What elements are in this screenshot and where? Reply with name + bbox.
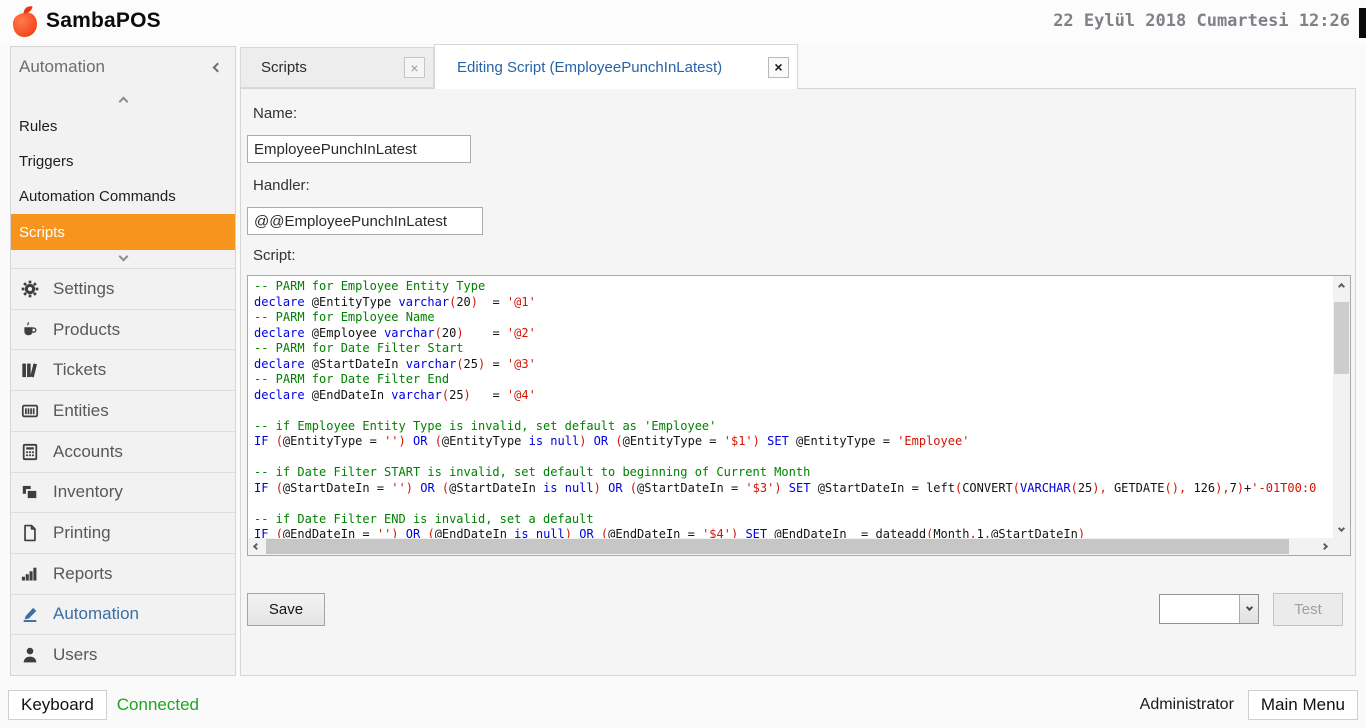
chevron-down-icon[interactable] [1239,595,1258,623]
scroll-left-arrow-icon[interactable] [248,538,265,555]
sidebar-nav: Settings Products [11,268,235,675]
test-parameter-dropdown[interactable] [1159,594,1259,624]
person-icon [19,646,41,664]
sidebar-item-settings[interactable]: Settings [11,268,235,309]
app-title: SambaPOS [46,9,161,33]
sidebar-section-header[interactable]: Automation [11,47,235,87]
vertical-scrollbar[interactable] [1333,276,1350,538]
top-bar: SambaPOS 22 Eylül 2018 Cumartesi 12:26 [0,0,1366,44]
close-tab-icon[interactable]: × [404,57,425,78]
sidebar-item-entities[interactable]: Entities [11,390,235,431]
sidebar-item-reports[interactable]: Reports [11,553,235,594]
sidebar: Automation Rules Triggers Automation Com… [10,46,236,676]
sidebar-item-scripts[interactable]: Scripts [11,214,235,250]
sidebar-module-list: Rules Triggers Automation Commands Scrip… [11,109,235,250]
sidebar-item-users[interactable]: Users [11,634,235,675]
keyboard-button[interactable]: Keyboard [8,690,107,720]
sidebar-item-accounts[interactable]: Accounts [11,431,235,472]
horizontal-scrollbar[interactable] [248,538,1333,555]
books-icon [19,361,41,379]
document-icon [19,524,41,542]
sidebar-scroll-up-button[interactable] [11,89,235,109]
chevron-up-icon [118,96,128,106]
gear-icon [19,280,41,298]
status-bar: Keyboard Connected Administrator Main Me… [0,682,1366,728]
name-label: Name: [253,105,297,122]
close-tab-icon[interactable]: × [768,57,789,78]
sidebar-item-inventory[interactable]: Inventory [11,472,235,513]
sidebar-item-printing[interactable]: Printing [11,512,235,553]
tab-scripts[interactable]: Scripts × [240,47,434,88]
script-edit-panel: Name: Handler: Script: -- PARM for Emplo… [240,88,1356,676]
handler-label: Handler: [253,177,310,194]
brand: SambaPOS [10,4,161,38]
sidebar-item-rules[interactable]: Rules [11,109,235,144]
test-button[interactable]: Test [1273,593,1343,626]
script-editor-content[interactable]: -- PARM for Employee Entity Typedeclare … [248,276,1333,538]
coffee-cup-icon [19,321,41,339]
sidebar-item-automation[interactable]: Automation [11,594,235,635]
sambapos-apple-logo-icon [10,4,40,38]
table-icon [19,402,41,420]
sidebar-section-title: Automation [19,57,105,77]
sidebar-scroll-down-button[interactable] [11,248,235,268]
horizontal-scrollbar-thumb[interactable] [266,539,1289,554]
script-editor[interactable]: -- PARM for Employee Entity Typedeclare … [247,275,1351,556]
marker-icon [19,605,41,623]
collapse-chevron-left-icon[interactable] [213,62,223,72]
connection-status: Connected [117,695,199,715]
scroll-right-arrow-icon[interactable] [1316,538,1333,555]
handler-input[interactable] [247,207,483,235]
scroll-up-arrow-icon[interactable] [1333,276,1350,293]
sambapos-window: SambaPOS 22 Eylül 2018 Cumartesi 12:26 A… [0,0,1366,728]
scrollbar-corner [1333,538,1350,555]
datetime-display: 22 Eylül 2018 Cumartesi 12:26 [1053,11,1350,31]
name-input[interactable] [247,135,471,163]
current-user: Administrator [1140,696,1234,714]
main-menu-button[interactable]: Main Menu [1248,690,1358,720]
chevron-down-icon [118,252,128,262]
vertical-scrollbar-thumb[interactable] [1334,302,1349,374]
save-button[interactable]: Save [247,593,325,626]
scroll-down-arrow-icon[interactable] [1333,521,1350,538]
bar-chart-icon [19,565,41,583]
tab-editing-script[interactable]: Editing Script (EmployeePunchInLatest) × [434,44,798,89]
dropdown-value [1160,595,1239,623]
folders-icon [19,483,41,501]
screen-edge-artifact [1359,8,1366,38]
script-label: Script: [253,247,296,264]
sidebar-item-automation-commands[interactable]: Automation Commands [11,179,235,214]
sidebar-item-products[interactable]: Products [11,309,235,350]
calculator-icon [19,443,41,461]
sidebar-item-tickets[interactable]: Tickets [11,349,235,390]
sidebar-item-triggers[interactable]: Triggers [11,144,235,179]
